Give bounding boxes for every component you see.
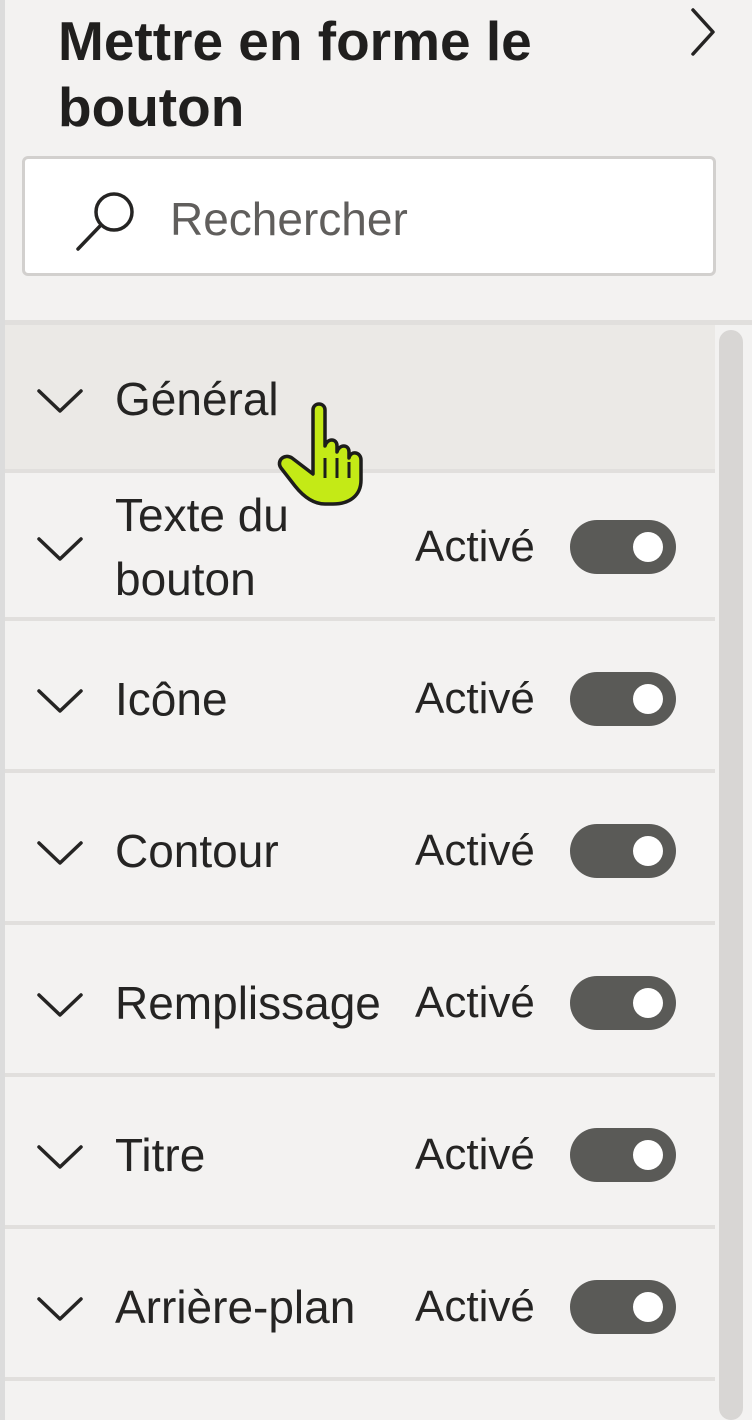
format-pane: Mettre en forme le bouton Général — [5, 0, 752, 1420]
section-toggle[interactable] — [570, 520, 676, 574]
section-toggle[interactable] — [570, 976, 676, 1030]
chevron-right-icon — [673, 2, 733, 62]
chevron-down-icon[interactable] — [35, 529, 85, 565]
section-label: Général — [115, 373, 279, 425]
section-titre[interactable]: Titre Activé — [5, 1081, 715, 1229]
section-contour[interactable]: Contour Activé — [5, 777, 715, 925]
scrollbar-thumb[interactable] — [719, 330, 743, 1420]
section-toggle[interactable] — [570, 824, 676, 878]
pane-title: Mettre en forme le bouton — [58, 10, 532, 138]
chevron-down-icon[interactable] — [35, 833, 85, 869]
toggle-state-label: Activé — [415, 674, 535, 723]
section-toggle[interactable] — [570, 672, 676, 726]
section-label: Remplissage — [115, 977, 381, 1029]
section-label: Titre — [115, 1129, 206, 1181]
section-label: Contour — [115, 825, 279, 877]
toggle-state-label: Activé — [415, 978, 535, 1027]
section-general[interactable]: Général — [5, 325, 715, 473]
toggle-knob — [633, 1292, 663, 1322]
toggle-state-label: Activé — [415, 826, 535, 875]
section-texte-du-bouton[interactable]: Texte du bouton Activé — [5, 473, 715, 621]
toggle-knob — [633, 532, 663, 562]
toggle-knob — [633, 684, 663, 714]
expand-pane-button[interactable] — [673, 2, 733, 62]
toggle-knob — [633, 1140, 663, 1170]
chevron-down-icon[interactable] — [35, 1289, 85, 1325]
toggle-state-label: Activé — [415, 522, 535, 571]
section-remplissage[interactable]: Remplissage Activé — [5, 929, 715, 1077]
search-icon — [70, 185, 142, 257]
toggle-knob — [633, 988, 663, 1018]
chevron-down-icon[interactable] — [35, 985, 85, 1021]
chevron-down-icon[interactable] — [35, 681, 85, 717]
section-arriere-plan[interactable]: Arrière-plan Activé — [5, 1233, 715, 1381]
section-icone[interactable]: Icône Activé — [5, 625, 715, 773]
search-box[interactable] — [22, 156, 716, 276]
toggle-state-label: Activé — [415, 1130, 535, 1179]
section-toggle[interactable] — [570, 1280, 676, 1334]
chevron-down-icon[interactable] — [35, 381, 85, 417]
search-input[interactable] — [170, 189, 690, 249]
toggle-state-label: Activé — [415, 1282, 535, 1331]
section-label: Icône — [115, 673, 228, 725]
toggle-knob — [633, 836, 663, 866]
chevron-down-icon[interactable] — [35, 1137, 85, 1173]
section-toggle[interactable] — [570, 1128, 676, 1182]
section-label: Arrière-plan — [115, 1281, 356, 1333]
section-label: Texte du bouton — [115, 489, 289, 605]
